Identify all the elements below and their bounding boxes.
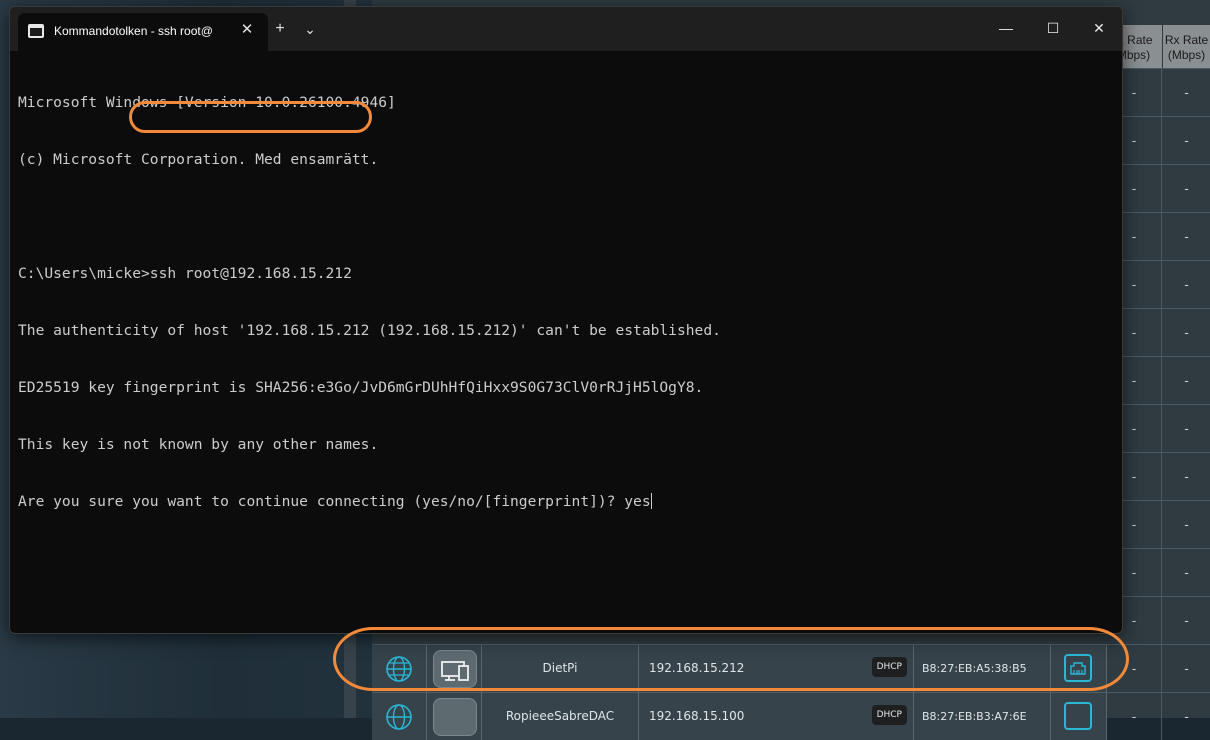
rate-row: -- — [1107, 692, 1210, 740]
connection-port-cell — [1051, 693, 1107, 740]
rx-rate-header-unit: (Mbps) — [1167, 48, 1206, 62]
rx-rate-value: - — [1184, 613, 1189, 628]
rx-rate-value: - — [1184, 709, 1189, 724]
rx-rate-value: - — [1184, 373, 1189, 388]
ssh-command-highlight — [129, 101, 372, 133]
table-row[interactable]: RopieeeSabreDAC 192.168.15.100 DHCP B8:2… — [372, 692, 1107, 740]
internet-access-cell — [372, 693, 427, 740]
terminal-line: The authenticity of host '192.168.15.212… — [18, 322, 721, 339]
rx-rate-header: Rx Rate (Mbps) — [1163, 25, 1210, 68]
tab-dropdown-button[interactable]: ⌄ — [295, 17, 325, 41]
rx-rate-value: - — [1184, 181, 1189, 196]
globe-icon — [386, 704, 412, 730]
terminal-tab[interactable]: Kommandotolken - ssh root@ ✕ — [18, 13, 268, 51]
device-mac: B8:27:EB:B3:A7:6E — [914, 693, 1051, 740]
close-window-button[interactable]: ✕ — [1076, 13, 1122, 43]
device-ip-value: 192.168.15.100 — [649, 709, 745, 723]
rx-rate-value: - — [1184, 325, 1189, 340]
rx-rate-value: - — [1184, 565, 1189, 580]
dietpi-row-highlight — [333, 627, 1129, 691]
rx-rate-value: - — [1184, 277, 1189, 292]
device-ip: 192.168.15.100 DHCP — [639, 693, 914, 740]
command-prompt-icon — [28, 24, 44, 38]
rx-rate-value: - — [1184, 133, 1189, 148]
rx-rate-value: - — [1184, 469, 1189, 484]
terminal-prompt-line[interactable]: Are you sure you want to continue connec… — [18, 492, 1114, 511]
device-name: RopieeeSabreDAC — [482, 693, 639, 740]
text-cursor — [650, 493, 652, 509]
rx-rate-value: - — [1184, 229, 1189, 244]
device-type-icon — [433, 698, 477, 736]
terminal-line: Are you sure you want to continue connec… — [18, 493, 651, 510]
ethernet-port-icon — [1064, 702, 1092, 730]
minimize-button[interactable]: — — [983, 13, 1029, 43]
terminal-line: (c) Microsoft Corporation. Med ensamrätt… — [18, 151, 379, 168]
tab-title: Kommandotolken - ssh root@ — [54, 24, 213, 38]
device-type-cell — [427, 693, 482, 740]
title-bar[interactable]: Kommandotolken - ssh root@ ✕ + ⌄ — ☐ ✕ — [10, 7, 1122, 51]
terminal-line: This key is not known by any other names… — [18, 436, 379, 453]
rx-rate-value: - — [1184, 517, 1189, 532]
rx-rate-header-label: Rx Rate — [1164, 33, 1209, 47]
rx-rate-value: - — [1184, 661, 1189, 676]
terminal-output[interactable]: Microsoft Windows [Version 10.0.26100.49… — [18, 55, 1114, 625]
maximize-button[interactable]: ☐ — [1030, 13, 1076, 43]
terminal-line: ED25519 key fingerprint is SHA256:e3Go/J… — [18, 379, 704, 396]
dhcp-badge: DHCP — [871, 705, 907, 725]
terminal-line: C:\Users\micke>ssh root@192.168.15.212 — [18, 265, 352, 282]
tx-rate-value: - — [1107, 693, 1162, 740]
rx-rate-value: - — [1184, 85, 1189, 100]
new-tab-button[interactable]: + — [265, 17, 295, 41]
close-tab-button[interactable]: ✕ — [236, 19, 258, 41]
rx-rate-value: - — [1184, 421, 1189, 436]
